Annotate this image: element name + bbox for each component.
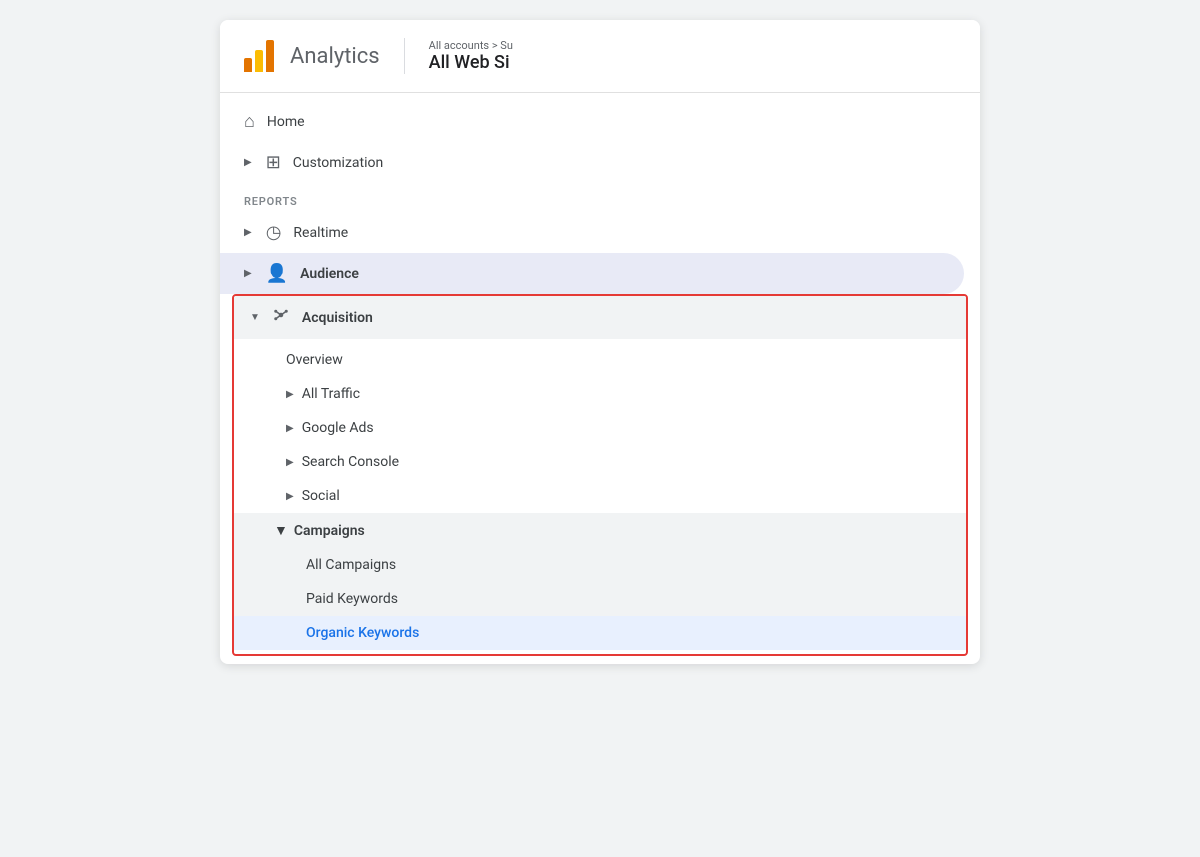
campaigns-sub-items: All Campaigns Paid Keywords Organic Keyw… [234,548,966,650]
chevron-down-icon: ▼ [274,522,288,539]
acquisition-label: Acquisition [302,310,373,326]
acquisition-section: ▼ Acquisition Overv [232,294,968,656]
realtime-icon: ◷ [266,222,282,243]
sidebar-item-google-ads[interactable]: ▶ Google Ads [234,411,966,445]
chevron-right-icon: ▶ [286,457,294,468]
breadcrumb: All accounts > Su All Web Si [429,39,513,73]
sidebar-item-social[interactable]: ▶ Social [234,479,966,513]
sidebar-item-realtime-label: Realtime [293,225,348,241]
all-traffic-label: All Traffic [302,386,360,402]
reports-section-label: REPORTS [220,183,980,212]
home-icon: ⌂ [244,111,255,132]
overview-label: Overview [286,352,343,368]
header: Analytics All accounts > Su All Web Si [220,20,980,93]
sidebar-item-home-label: Home [267,114,305,130]
paid-keywords-label: Paid Keywords [306,591,398,607]
breadcrumb-top: All accounts > Su [429,39,513,52]
chevron-right-icon: ▶ [286,389,294,400]
sidebar-item-all-traffic[interactable]: ▶ All Traffic [234,377,966,411]
acquisition-sub-items: Overview ▶ All Traffic ▶ Google Ads ▶ Se… [234,339,966,654]
header-divider [404,38,405,74]
chevron-right-icon: ▶ [244,157,252,168]
sidebar-item-all-campaigns[interactable]: All Campaigns [234,548,966,582]
chevron-right-icon: ▶ [244,227,252,238]
audience-icon: 👤 [266,263,288,284]
logo-bar-1 [244,58,252,72]
sidebar-item-search-console[interactable]: ▶ Search Console [234,445,966,479]
sidebar-item-campaigns[interactable]: ▼ Campaigns [234,513,966,548]
analytics-logo [244,40,274,72]
sidebar-item-paid-keywords[interactable]: Paid Keywords [234,582,966,616]
sidebar-item-organic-keywords[interactable]: Organic Keywords [234,616,966,650]
chevron-right-icon: ▶ [286,491,294,502]
social-label: Social [302,488,340,504]
acquisition-icon [272,306,290,329]
chevron-right-icon: ▶ [244,268,252,279]
sidebar-item-realtime[interactable]: ▶ ◷ Realtime [220,212,964,253]
breadcrumb-main: All Web Si [429,52,513,73]
all-campaigns-label: All Campaigns [306,557,396,573]
campaigns-label: Campaigns [294,523,365,539]
sidebar-item-audience-label: Audience [300,266,359,282]
sidebar-item-customization[interactable]: ▶ ⊞ Customization [220,142,964,183]
main-container: Analytics All accounts > Su All Web Si ⌂… [220,20,980,664]
customization-icon: ⊞ [266,152,281,173]
sidebar-item-audience[interactable]: ▶ 👤 Audience [220,253,964,294]
logo-bar-3 [266,40,274,72]
sidebar-item-overview[interactable]: Overview [234,343,966,377]
sidebar-item-acquisition[interactable]: ▼ Acquisition [234,296,966,339]
search-console-label: Search Console [302,454,399,470]
sidebar-nav: ⌂ Home ▶ ⊞ Customization REPORTS ▶ ◷ Rea… [220,93,980,664]
chevron-right-icon: ▶ [286,423,294,434]
chevron-down-icon: ▼ [250,312,260,323]
logo-bar-2 [255,50,263,72]
google-ads-label: Google Ads [302,420,374,436]
app-title: Analytics [290,44,380,69]
sidebar-item-home[interactable]: ⌂ Home [220,101,964,142]
sidebar-item-customization-label: Customization [293,155,383,171]
campaigns-section: ▼ Campaigns All Campaigns Paid Keywords … [234,513,966,650]
organic-keywords-label: Organic Keywords [306,625,419,641]
